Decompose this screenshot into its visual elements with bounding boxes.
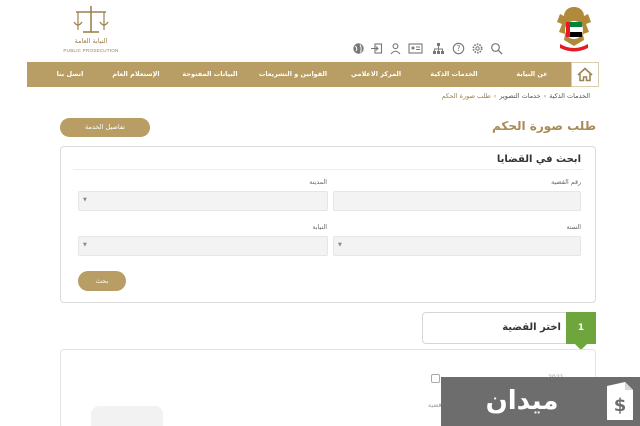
svg-text:?: ? bbox=[457, 44, 461, 53]
chevron-down-icon: ▼ bbox=[83, 242, 87, 248]
nav-item-laws[interactable]: القوانين و التشريعات bbox=[247, 62, 339, 87]
dollar-document-icon: $ bbox=[599, 380, 639, 423]
breadcrumb-item-smart-services[interactable]: الخدمات الذكية bbox=[549, 92, 590, 100]
breadcrumb-separator: › bbox=[543, 92, 547, 100]
settings-icon[interactable] bbox=[471, 40, 484, 54]
breadcrumb-separator: › bbox=[493, 92, 497, 100]
nav-item-contact[interactable]: اتصل بنا bbox=[41, 62, 99, 87]
public-prosecution-logo[interactable]: النيابة العامة PUBLIC PROSECUTION bbox=[58, 4, 124, 56]
service-details-button[interactable]: تفاصيل الخدمة bbox=[60, 118, 150, 137]
placeholder-card bbox=[91, 406, 163, 426]
step-label: اختر القضية bbox=[502, 322, 561, 333]
search-card-title: ابحث في القضايا bbox=[496, 154, 581, 165]
help-icon[interactable]: ? bbox=[452, 40, 465, 55]
logo-arabic-text: النيابة العامة bbox=[74, 37, 108, 45]
uae-emblem-logo[interactable] bbox=[552, 4, 596, 54]
id-card-icon[interactable] bbox=[408, 40, 423, 54]
search-button[interactable]: بحث bbox=[78, 271, 126, 291]
case-search-card: ابحث في القضايا رقم القضية المدينة ▼ الس… bbox=[60, 146, 596, 303]
nav-item-general-inquiry[interactable]: الإستعلام العام bbox=[99, 62, 173, 87]
nav-item-smart-services[interactable]: الخدمات الذكية bbox=[411, 62, 497, 87]
main-navigation: عن النيابة الخدمات الذكية المركز الاعلام… bbox=[27, 62, 599, 87]
search-icon[interactable] bbox=[490, 40, 503, 55]
home-icon bbox=[577, 67, 593, 82]
nav-item-about[interactable]: عن النيابة bbox=[497, 62, 567, 87]
home-button[interactable] bbox=[571, 62, 599, 87]
breadcrumb-item-current: طلب صورة الحكم bbox=[441, 92, 491, 100]
chevron-down-icon: ▼ bbox=[338, 242, 342, 248]
case-number-input[interactable] bbox=[333, 191, 581, 211]
case-number-label: رقم القضية bbox=[551, 179, 581, 186]
sitemap-icon[interactable] bbox=[432, 40, 445, 54]
nav-item-open-data[interactable]: البيانات المفتوحة bbox=[173, 62, 247, 87]
step-number-badge: 1 bbox=[566, 312, 596, 350]
prosecution-select[interactable]: ▼ bbox=[78, 236, 328, 256]
year-label: السنة bbox=[566, 224, 581, 231]
svg-text:$: $ bbox=[614, 395, 627, 416]
logo-english-text: PUBLIC PROSECUTION bbox=[63, 48, 119, 53]
city-select[interactable]: ▼ bbox=[78, 191, 328, 211]
case-line-text: قضية bbox=[428, 402, 442, 409]
user-icon[interactable] bbox=[389, 40, 402, 55]
breadcrumb: الخدمات الذكية›خدمات التصوير›طلب صورة ال… bbox=[400, 92, 590, 102]
nav-item-media-center[interactable]: المركز الاعلامي bbox=[340, 62, 412, 87]
watermark-text: ميدان المال bbox=[485, 386, 559, 416]
city-label: المدينة bbox=[309, 179, 327, 186]
chevron-down-icon: ▼ bbox=[83, 197, 87, 203]
case-checkbox[interactable] bbox=[431, 374, 440, 383]
site-header: النيابة العامة PUBLIC PROSECUTION ? bbox=[0, 0, 640, 62]
breadcrumb-item-photocopy-services[interactable]: خدمات التصوير bbox=[499, 92, 540, 100]
title-divider bbox=[73, 169, 583, 170]
sign-in-icon[interactable] bbox=[370, 40, 383, 54]
prosecution-label: النيابة bbox=[312, 224, 327, 231]
year-select[interactable]: ▼ bbox=[333, 236, 581, 256]
globe-icon[interactable] bbox=[352, 40, 365, 54]
page-title: طلب صورة الحكم bbox=[491, 119, 596, 133]
scales-of-justice-icon bbox=[73, 6, 109, 33]
watermark-banner: ميدان المال $ bbox=[441, 377, 640, 426]
